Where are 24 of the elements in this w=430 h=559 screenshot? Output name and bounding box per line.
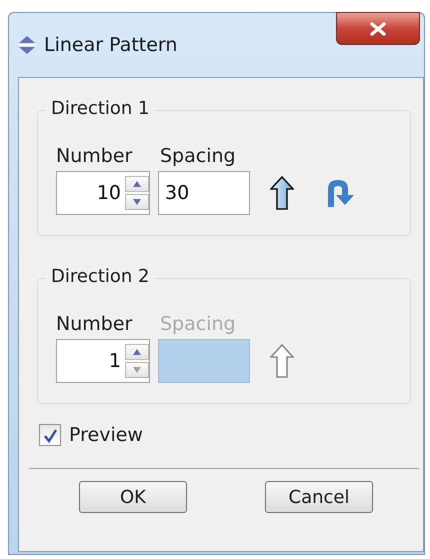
number-spinbox[interactable]: 10 xyxy=(56,171,150,215)
checkbox-label: Preview xyxy=(69,424,143,446)
up-triangle-icon xyxy=(132,348,142,356)
dialog-button[interactable]: OK xyxy=(79,481,187,513)
linear-pattern-icon xyxy=(18,36,36,54)
number-label: Number xyxy=(56,313,134,335)
spacing-label: Spacing xyxy=(160,145,236,167)
close-button[interactable] xyxy=(336,12,420,45)
up-arrow-icon[interactable] xyxy=(270,176,294,210)
spacing-field[interactable]: 30 xyxy=(158,171,250,215)
spin-up-button[interactable] xyxy=(125,344,149,360)
dialog-button[interactable]: Cancel xyxy=(265,481,373,513)
window-title: Linear Pattern xyxy=(44,34,178,56)
up-triangle-icon xyxy=(132,180,142,188)
spin-up-button[interactable] xyxy=(125,176,149,192)
spacing-label: Spacing xyxy=(160,313,236,335)
preview-checkbox[interactable] xyxy=(39,424,61,446)
spin-down-button[interactable] xyxy=(125,362,149,378)
number-label: Number xyxy=(56,145,134,167)
spin-down-button[interactable] xyxy=(125,194,149,210)
down-triangle-icon xyxy=(132,198,142,206)
close-icon xyxy=(370,22,386,36)
check-icon xyxy=(42,428,58,442)
down-triangle-icon xyxy=(132,366,142,374)
